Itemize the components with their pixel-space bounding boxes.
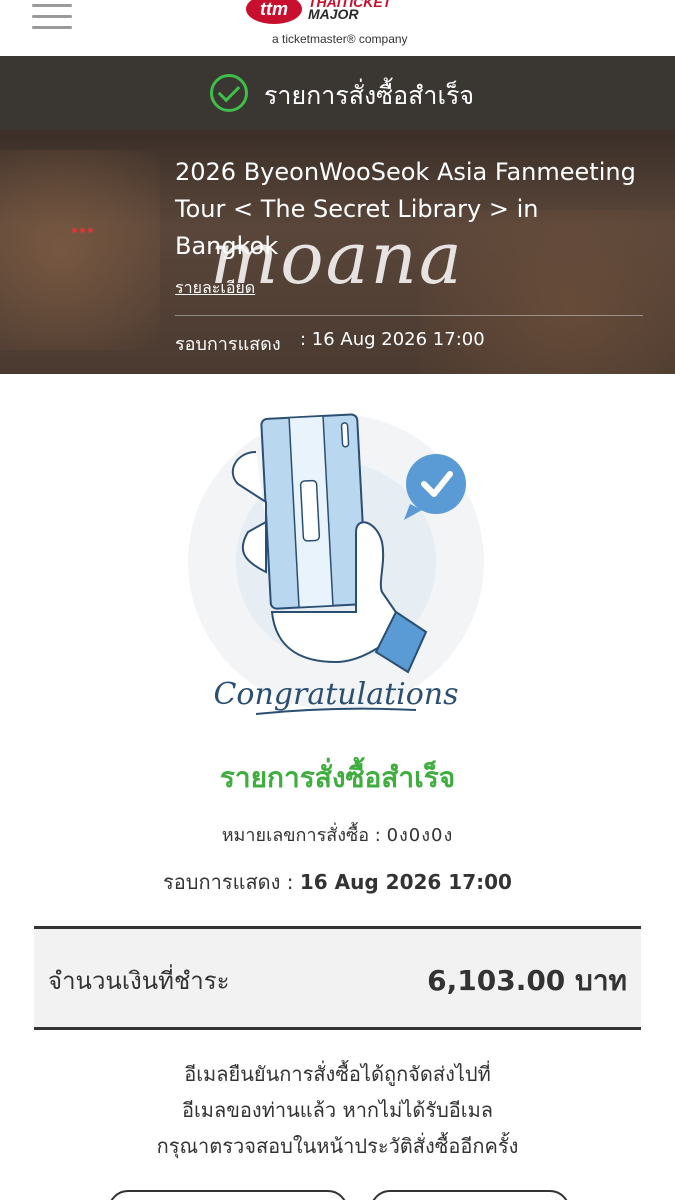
summary-round-label: รอบการแสดง :	[163, 870, 294, 894]
note-line-3: กรุณาตรวจสอบในหน้าประวัติสั่งซื้ออีกครั้…	[156, 1134, 519, 1158]
show-round-label: รอบการแสดง	[175, 334, 281, 355]
order-number-row: หมายเลขการสั่งซื้อ : 0ง0ง0ง	[0, 820, 675, 849]
success-banner-title: รายการสั่งซื้อสำเร็จ	[264, 81, 475, 110]
top-header: ttm THAITICKET MAJOR a ticketmaster® com…	[0, 0, 675, 56]
logo-mark: ttm	[246, 0, 302, 24]
watermark: moana	[210, 216, 464, 300]
action-button-right[interactable]	[370, 1190, 570, 1200]
divider	[175, 315, 643, 316]
email-confirmation-note: อีเมลยืนยันการสั่งซื้อได้ถูกจัดส่งไปที่ …	[60, 1056, 615, 1164]
summary-round-value: 16 Aug 2026 17:00	[299, 870, 512, 894]
thaiticket-major-logo[interactable]: ttm THAITICKET MAJOR a ticketmaster® com…	[244, 0, 424, 48]
amount-paid-box: จำนวนเงินที่ชำระ 6,103.00 บาท	[34, 926, 641, 1030]
hand-holding-card-icon: Congratulations	[186, 412, 486, 732]
amount-label: จำนวนเงินที่ชำระ	[48, 967, 230, 995]
carousel-dots	[72, 218, 106, 233]
amount-value: 6,103.00 บาท	[427, 964, 627, 997]
show-round-row: รอบการแสดง : 16 Aug 2026 17:00	[0, 866, 675, 898]
order-number-value: 0ง0ง0ง	[386, 825, 454, 846]
note-line-2: อีเมลของท่านแล้ว หากไม่ได้รับอีเมล	[181, 1098, 494, 1122]
order-number-label: หมายเลขการสั่งซื้อ :	[221, 825, 381, 846]
logo-tagline: a ticketmaster® company	[272, 32, 408, 46]
action-button-left[interactable]	[108, 1190, 348, 1200]
congratulations-caption: Congratulations	[213, 677, 458, 712]
logo-brand-line2: MAJOR	[308, 6, 359, 22]
success-banner: รายการสั่งซื้อสำเร็จ	[0, 56, 675, 130]
check-circle-icon	[210, 74, 248, 112]
hamburger-icon[interactable]	[32, 0, 72, 30]
order-success-title: รายการสั่งซื้อสำเร็จ	[219, 761, 456, 794]
event-hero: 2026 ByeonWooSeok Asia Fanmeeting Tour <…	[0, 130, 675, 374]
note-line-1: อีเมลยืนยันการสั่งซื้อได้ถูกจัดส่งไปที่	[184, 1062, 491, 1086]
show-round-value: : 16 Aug 2026 17:00	[300, 329, 485, 350]
